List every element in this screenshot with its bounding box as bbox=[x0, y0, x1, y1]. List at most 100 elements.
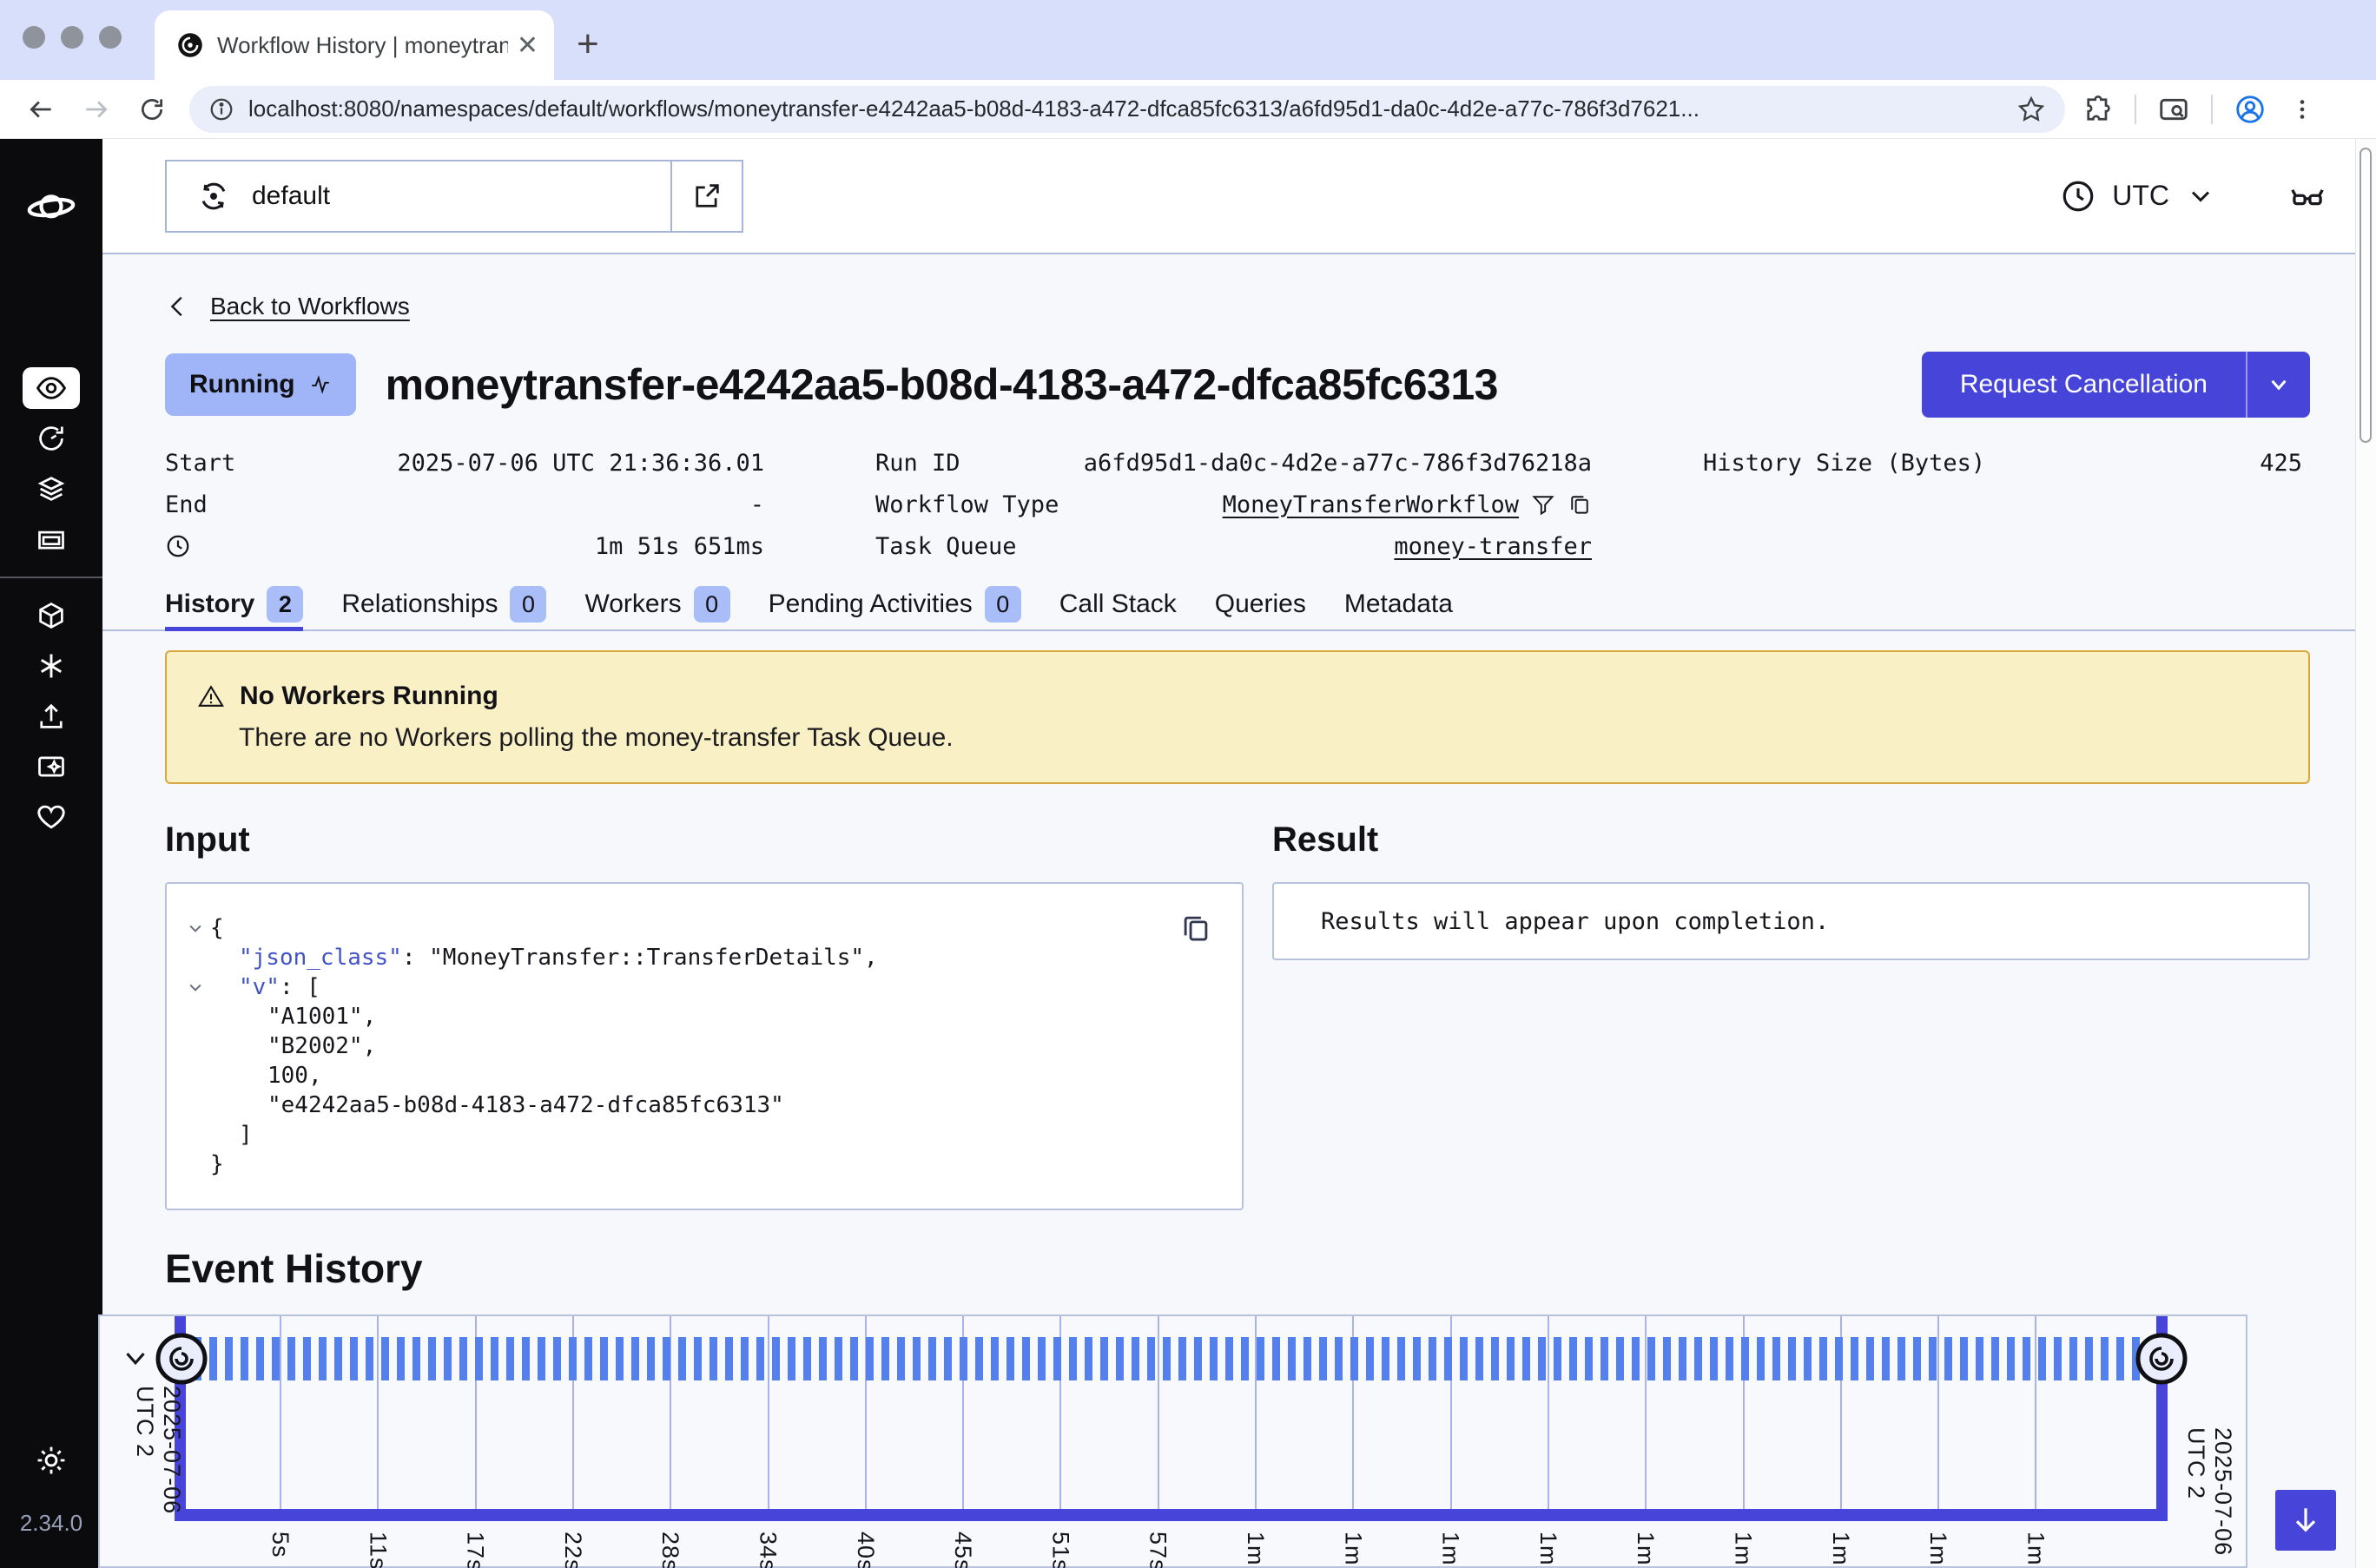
window-minimize-button[interactable] bbox=[61, 26, 83, 49]
back-icon[interactable] bbox=[26, 95, 56, 124]
json-line-text: "json_class": "MoneyTransfer::TransferDe… bbox=[239, 943, 878, 972]
task-queue-link[interactable]: money-transfer bbox=[1394, 533, 1592, 560]
sidebar-item-schedules[interactable] bbox=[23, 413, 80, 464]
scrollbar-thumb[interactable] bbox=[2360, 148, 2372, 443]
warning-triangle-icon bbox=[198, 683, 224, 709]
namespace-name: default bbox=[252, 181, 330, 211]
page-scrollbar[interactable] bbox=[2355, 139, 2376, 1568]
namespace-external-link-button[interactable] bbox=[670, 161, 742, 231]
browser-tabstrip: Workflow History | moneytran ✕ + bbox=[0, 0, 2376, 80]
profile-avatar-icon[interactable] bbox=[2234, 93, 2267, 126]
namespace-selector[interactable]: default bbox=[165, 160, 743, 233]
sidebar-item-nexus[interactable] bbox=[23, 641, 80, 691]
copy-input-icon[interactable] bbox=[1179, 912, 1212, 945]
json-line-text: { bbox=[210, 913, 224, 943]
timeline-tick-label: 17s bbox=[462, 1532, 489, 1568]
site-info-icon[interactable] bbox=[208, 96, 234, 122]
timezone-selector[interactable]: UTC bbox=[2112, 180, 2169, 212]
forward-icon[interactable] bbox=[82, 95, 111, 124]
toolbar-separator bbox=[2135, 95, 2136, 124]
filter-funnel-icon[interactable] bbox=[1531, 492, 1555, 517]
workflow-end-marker-icon[interactable] bbox=[2134, 1331, 2189, 1387]
tab-call-stack[interactable]: Call Stack bbox=[1059, 579, 1177, 629]
tab-label: Call Stack bbox=[1059, 590, 1177, 619]
timeline-event-band[interactable] bbox=[194, 1337, 2152, 1380]
scroll-to-bottom-button[interactable] bbox=[2275, 1490, 2336, 1551]
timeline-tick-label: 22s bbox=[559, 1532, 586, 1568]
tab-label: Queries bbox=[1215, 590, 1306, 619]
json-line: "json_class": "MoneyTransfer::TransferDe… bbox=[181, 943, 1216, 972]
sidebar-item-archival[interactable] bbox=[23, 514, 80, 564]
window-zoom-button[interactable] bbox=[99, 26, 122, 49]
input-json-code: {"json_class": "MoneyTransfer::TransferD… bbox=[181, 913, 1216, 1179]
json-line-text: "e4242aa5-b08d-4183-a472-dfca85fc6313" bbox=[267, 1090, 784, 1120]
theme-toggle-button[interactable] bbox=[23, 1435, 80, 1486]
data-encoder-glasses-icon[interactable] bbox=[2287, 176, 2327, 216]
url-bar[interactable]: localhost:8080/namespaces/default/workfl… bbox=[189, 86, 2065, 133]
tab-search-icon[interactable] bbox=[2157, 93, 2190, 126]
input-json-box: {"json_class": "MoneyTransfer::TransferD… bbox=[165, 882, 1244, 1210]
sun-icon bbox=[35, 1444, 68, 1477]
request-cancellation-button[interactable]: Request Cancellation bbox=[1922, 352, 2310, 418]
sidebar-item-feedback[interactable] bbox=[23, 792, 80, 842]
json-line-text: "B2002", bbox=[267, 1031, 376, 1061]
sidebar-item-import[interactable] bbox=[23, 691, 80, 741]
tab-queries[interactable]: Queries bbox=[1215, 579, 1306, 629]
detail-end: End - bbox=[165, 484, 764, 525]
sidebar-item-workflows[interactable] bbox=[23, 367, 80, 409]
workflow-details: Start 2025-07-06 UTC 21:36:36.01 End - 1… bbox=[165, 442, 2310, 567]
sidebar-item-labs[interactable] bbox=[23, 741, 80, 792]
workflow-start-marker-icon[interactable] bbox=[154, 1331, 209, 1387]
back-chevron-icon bbox=[165, 293, 191, 320]
tab-pending-activities[interactable]: Pending Activities 0 bbox=[769, 579, 1021, 629]
namespaces-layers-icon bbox=[36, 473, 67, 504]
timeline-tick-label: 34s bbox=[755, 1532, 782, 1568]
tab-metadata[interactable]: Metadata bbox=[1344, 579, 1453, 629]
workflow-tabs: History2Relationships0Workers0Pending Ac… bbox=[165, 579, 2310, 629]
json-collapse-chevron-icon[interactable] bbox=[181, 978, 210, 996]
cancel-menu-chevron-icon[interactable] bbox=[2246, 352, 2310, 418]
new-tab-button[interactable]: + bbox=[577, 23, 599, 66]
json-line-text: } bbox=[210, 1150, 224, 1179]
sidebar-item-namespaces[interactable] bbox=[23, 464, 80, 514]
input-heading: Input bbox=[165, 820, 1244, 860]
external-link-icon bbox=[691, 181, 723, 212]
window-close-button[interactable] bbox=[23, 26, 45, 49]
upload-icon bbox=[36, 701, 67, 732]
tab-count-badge: 0 bbox=[694, 586, 730, 623]
tab-close-icon[interactable]: ✕ bbox=[517, 30, 538, 61]
json-collapse-chevron-icon[interactable] bbox=[181, 919, 210, 937]
event-history-timeline[interactable]: 2025-07-06 UTC 2 2025-07-06 UTC 2 5s11s1… bbox=[98, 1314, 2247, 1568]
extensions-icon[interactable] bbox=[2082, 94, 2114, 125]
window-controls[interactable] bbox=[0, 26, 122, 80]
tabs-divider bbox=[102, 629, 2376, 631]
browser-tab[interactable]: Workflow History | moneytran ✕ bbox=[155, 10, 554, 80]
reload-icon[interactable] bbox=[137, 95, 167, 124]
sidebar-item-deployments[interactable] bbox=[23, 590, 80, 641]
tab-label: History bbox=[165, 590, 254, 619]
history-size-label: History Size (Bytes) bbox=[1703, 450, 1985, 477]
browser-menu-icon[interactable] bbox=[2287, 95, 2317, 124]
run-id-label: Run ID bbox=[875, 450, 960, 477]
tab-relationships[interactable]: Relationships0 bbox=[341, 579, 546, 629]
json-line: } bbox=[181, 1150, 1216, 1179]
copy-icon[interactable] bbox=[1568, 492, 1592, 517]
running-pulse-icon bbox=[309, 373, 332, 396]
screen: Workflow History | moneytran ✕ + localho… bbox=[0, 0, 2376, 1568]
timeline-start-date-label: 2025-07-06 UTC 2 bbox=[131, 1386, 185, 1566]
tab-workers[interactable]: Workers 0 bbox=[584, 579, 729, 629]
workflow-type-link[interactable]: MoneyTransferWorkflow bbox=[1223, 491, 1519, 518]
chevron-down-icon[interactable] bbox=[2185, 181, 2216, 212]
temporal-logo-icon[interactable] bbox=[26, 182, 76, 233]
back-to-workflows-link[interactable]: Back to Workflows bbox=[210, 293, 410, 320]
timeline-tick-label: 40s bbox=[852, 1532, 879, 1568]
toolbar-separator bbox=[2211, 95, 2213, 124]
bookmark-star-icon[interactable] bbox=[2016, 95, 2046, 124]
timeline-tick-label: 1m bbox=[2022, 1532, 2049, 1566]
timeline-expand-chevron-icon[interactable] bbox=[119, 1342, 152, 1375]
tab-history[interactable]: History2 bbox=[165, 579, 303, 629]
sidebar: 2.34.0 bbox=[0, 139, 102, 1568]
tab-count-badge: 0 bbox=[985, 586, 1021, 623]
tab-label: Workers bbox=[584, 590, 681, 619]
tab-label: Pending Activities bbox=[769, 590, 973, 619]
